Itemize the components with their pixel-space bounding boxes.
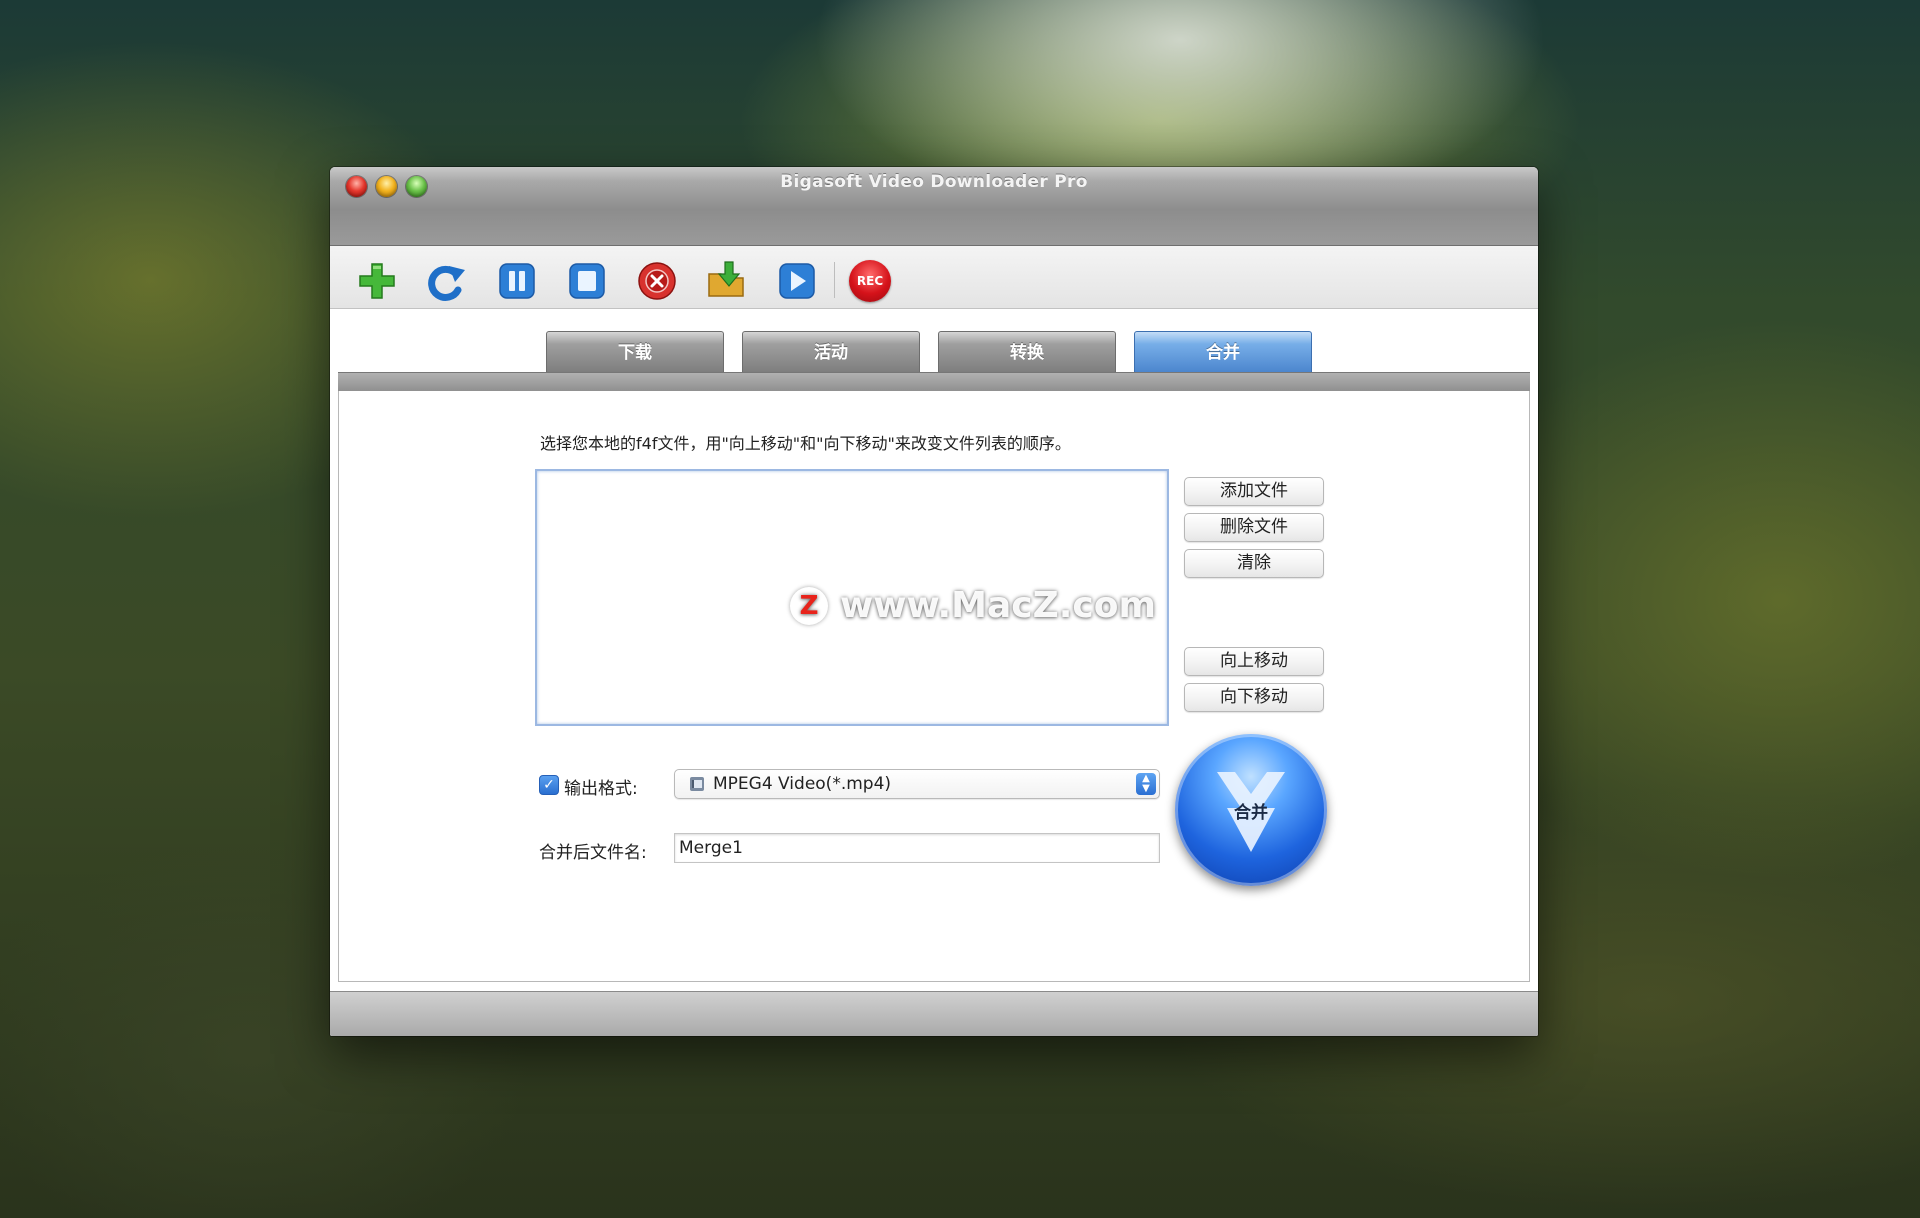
merge-button[interactable]: 合并: [1175, 734, 1327, 886]
open-folder-button[interactable]: [704, 258, 750, 304]
play-button[interactable]: [774, 258, 820, 304]
tab-download[interactable]: 下载: [546, 331, 724, 372]
toolbar: REC: [330, 246, 1538, 309]
open-folder-icon: [708, 261, 744, 297]
output-format-value: MPEG4 Video(*.mp4): [713, 774, 892, 794]
add-url-button[interactable]: [354, 258, 400, 304]
merged-filename-input[interactable]: Merge1: [674, 833, 1160, 863]
title-bar[interactable]: Bigasoft Video Downloader Pro: [330, 167, 1538, 246]
output-format-checkbox[interactable]: ✓: [539, 775, 559, 795]
refresh-icon: [428, 265, 465, 301]
stop-icon: [569, 263, 605, 299]
record-button[interactable]: REC: [847, 258, 893, 304]
rec-badge: REC: [849, 260, 891, 302]
checkmark-icon: ✓: [543, 777, 555, 793]
play-icon: [779, 263, 815, 299]
video-file-icon: [690, 777, 704, 791]
window-title: Bigasoft Video Downloader Pro: [780, 172, 1088, 192]
merge-button-label: 合并: [1234, 803, 1268, 823]
pause-button[interactable]: [494, 258, 540, 304]
tab-merge[interactable]: 合并: [1134, 331, 1312, 372]
watermark: Z www.MacZ.com: [790, 585, 1156, 626]
pause-icon: [499, 263, 535, 299]
cancel-button[interactable]: [634, 258, 680, 304]
toolbar-separator: [834, 262, 835, 298]
tab-bar: 下载 活动 转换 合并: [546, 331, 1312, 372]
stop-button[interactable]: [564, 258, 610, 304]
watermark-text: www.MacZ.com: [840, 585, 1156, 626]
tab-activity[interactable]: 活动: [742, 331, 920, 372]
delete-file-button[interactable]: 删除文件: [1184, 513, 1324, 542]
output-format-label: 输出格式:: [564, 779, 638, 799]
merge-instruction: 选择您本地的f4f文件，用"向上移动"和"向下移动"来改变文件列表的顺序。: [540, 434, 1071, 453]
add-file-button[interactable]: 添加文件: [1184, 477, 1324, 506]
move-up-button[interactable]: 向上移动: [1184, 647, 1324, 676]
macz-logo-icon: Z: [790, 586, 828, 625]
retry-button[interactable]: [424, 258, 470, 304]
cancel-icon: [638, 262, 676, 300]
status-bar: [330, 991, 1538, 1036]
output-format-select[interactable]: MPEG4 Video(*.mp4) ▲ ▼: [674, 769, 1160, 799]
move-down-button[interactable]: 向下移动: [1184, 683, 1324, 712]
tab-convert[interactable]: 转换: [938, 331, 1116, 372]
tab-underline-bar: [338, 372, 1530, 392]
merged-filename-label: 合并后文件名:: [539, 843, 647, 863]
clear-button[interactable]: 清除: [1184, 549, 1324, 578]
select-stepper-icon: ▲ ▼: [1136, 773, 1156, 795]
add-icon: [359, 263, 395, 299]
merged-filename-value: Merge1: [679, 838, 743, 858]
